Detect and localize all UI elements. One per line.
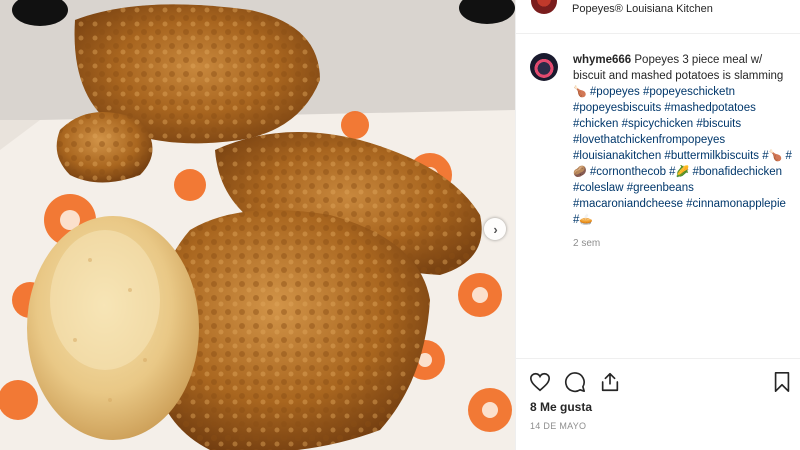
avatar[interactable] <box>531 0 557 14</box>
corn-emoji[interactable]: 🌽 <box>676 165 690 178</box>
post-header: Popeyes® Louisiana Kitchen <box>516 0 800 34</box>
hashtag-list[interactable]: #popeyes #popeyeschicketn #popeyesbiscui… <box>573 86 759 162</box>
drumstick-emoji: 🍗 <box>573 85 587 98</box>
hashtag-list[interactable]: #cornonthecob # <box>587 166 676 178</box>
next-photo-button[interactable]: › <box>484 218 506 240</box>
fried-chicken-photo <box>0 0 515 450</box>
potato-emoji[interactable]: 🥔 <box>573 165 587 178</box>
pie-emoji[interactable]: 🥧 <box>579 213 593 226</box>
post-side-panel: Popeyes® Louisiana Kitchen whyme666 Pope… <box>515 0 800 450</box>
comment-icon[interactable] <box>564 371 586 393</box>
location-link[interactable]: Popeyes® Louisiana Kitchen <box>572 3 713 15</box>
heart-icon[interactable] <box>529 371 551 393</box>
like-count[interactable]: 8 Me gusta <box>530 400 592 414</box>
hashtags[interactable]: #popeyes #popeyeschicketn #popeyesbiscui… <box>573 86 792 226</box>
hashtag-link[interactable]: # <box>782 150 792 162</box>
post-photo[interactable]: › <box>0 0 515 450</box>
caption-body: whyme666 Popeyes 3 piece meal w/ biscuit… <box>573 52 793 252</box>
chevron-right-icon: › <box>493 221 498 237</box>
avatar[interactable] <box>530 53 558 81</box>
action-bar: 8 Me gusta 14 DE MAYO <box>516 358 800 450</box>
bookmark-icon[interactable] <box>772 371 792 393</box>
share-icon[interactable] <box>599 371 621 393</box>
post-date: 14 DE MAYO <box>530 421 587 431</box>
drumstick-emoji[interactable]: 🍗 <box>769 149 783 162</box>
timestamp[interactable]: 2 sem <box>573 236 793 252</box>
username-link[interactable]: whyme666 <box>573 54 631 66</box>
